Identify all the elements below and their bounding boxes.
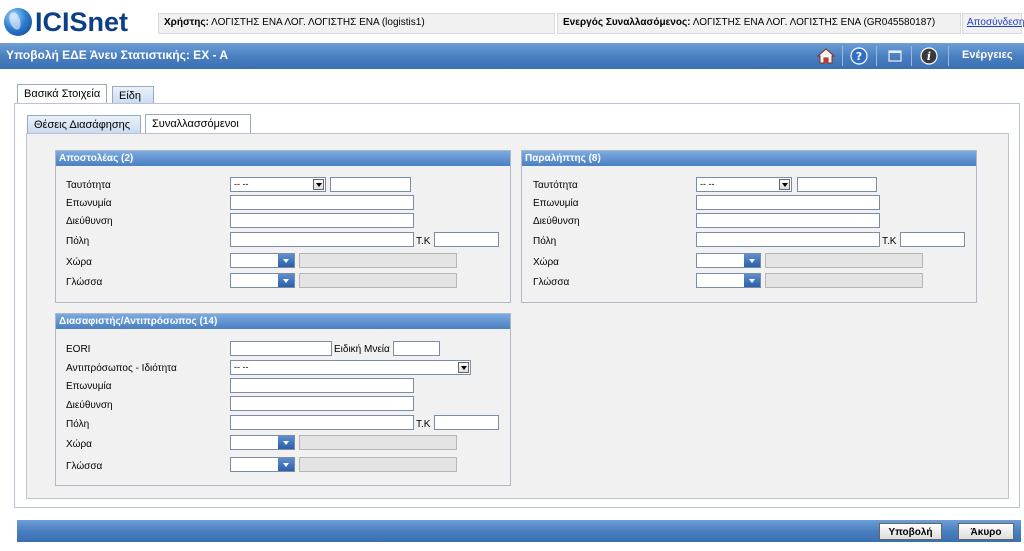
logout-link[interactable]: Αποσύνδεση: [962, 13, 1024, 34]
tab-declaration-positions[interactable]: Θέσεις Διασάφησης: [27, 115, 141, 135]
consignor-title: Αποστολέας (2): [56, 151, 510, 166]
cancel-button[interactable]: Άκυρο: [958, 523, 1014, 540]
rep-status-label: Αντιπρόσωπος - Ιδιότητα: [66, 363, 177, 374]
declarant-country-name: [299, 435, 457, 450]
tab-basic-info[interactable]: Βασικά Στοιχεία: [17, 84, 107, 105]
top-bar: ICISnet Χρήστης: ΛΟΓΙΣΤΗΣ ΕΝΑ ΛΟΓ. ΛΟΓΙΣ…: [0, 0, 1024, 44]
consignor-identity-select[interactable]: -- --: [230, 177, 326, 192]
consignee-identity-number[interactable]: [797, 177, 877, 192]
window-icon[interactable]: [886, 47, 904, 65]
consignee-language-select[interactable]: [696, 273, 761, 288]
dropdown-arrow-icon: [744, 254, 760, 267]
svg-text:?: ?: [856, 50, 862, 63]
title-bar: Υποβολή ΕΔΕ Άνευ Στατιστικής: EX - A ? i…: [0, 43, 1024, 69]
chevron-down-icon: [779, 179, 790, 190]
dropdown-arrow-icon: [744, 274, 760, 287]
declarant-city-label: Πόλη: [66, 419, 90, 430]
dropdown-arrow-icon: [278, 458, 294, 471]
user-label: Χρήστης:: [164, 17, 209, 28]
consignor-address-label: Διεύθυνση: [66, 216, 113, 227]
consignor-language-name: [299, 273, 457, 288]
consignor-address-input[interactable]: [230, 213, 414, 228]
eori-label: EORI: [66, 344, 91, 355]
consignor-postcode-input[interactable]: [434, 232, 499, 247]
consignor-name-input[interactable]: [230, 195, 414, 210]
user-info: Χρήστης: ΛΟΓΙΣΤΗΣ ΕΝΑ ΛΟΓ. ΛΟΓΙΣΤΗΣ ΕΝΑ …: [158, 13, 555, 34]
consignor-country-name: [299, 253, 457, 268]
user-value: ΛΟΓΙΣΤΗΣ ΕΝΑ ΛΟΓ. ΛΟΓΙΣΤΗΣ ΕΝΑ (logistis…: [211, 17, 425, 28]
declarant-country-label: Χώρα: [66, 439, 92, 450]
trader-info: Ενεργός Συναλλασόμενος: ΛΟΓΙΣΤΗΣ ΕΝΑ ΛΟΓ…: [557, 13, 961, 34]
consignee-country-select[interactable]: [696, 253, 761, 268]
consignor-city-input[interactable]: [230, 232, 414, 247]
trader-value: ΛΟΓΙΣΤΗΣ ΕΝΑ ΛΟΓ. ΛΟΓΙΣΤΗΣ ΕΝΑ (GR045580…: [692, 17, 936, 28]
chevron-down-icon: [313, 179, 324, 190]
declarant-address-label: Διεύθυνση: [66, 400, 113, 411]
declarant-title: Διασαφιστής/Αντιπρόσωπος (14): [56, 314, 510, 329]
consignee-city-input[interactable]: [696, 232, 880, 247]
special-mention-label: Ειδική Μνεία: [334, 344, 390, 355]
declarant-language-label: Γλώσσα: [66, 461, 103, 472]
home-icon[interactable]: [817, 47, 835, 65]
submit-button[interactable]: Υποβολή: [879, 523, 942, 540]
consignee-city-label: Πόλη: [533, 236, 557, 247]
consignor-identity-value: -- --: [234, 179, 249, 189]
separator: [911, 46, 912, 66]
consignor-country-select[interactable]: [230, 253, 295, 268]
consignee-country-name: [765, 253, 923, 268]
declarant-postcode-label: Τ.Κ: [416, 419, 431, 430]
consignor-name-label: Επωνυμία: [66, 198, 112, 209]
consignee-address-label: Διεύθυνση: [533, 216, 580, 227]
declarant-name-label: Επωνυμία: [66, 381, 112, 392]
globe-icon: [4, 8, 32, 36]
consignee-address-input[interactable]: [696, 213, 880, 228]
rep-status-value: -- --: [234, 362, 249, 372]
rep-status-select[interactable]: -- --: [230, 360, 471, 375]
consignor-city-label: Πόλη: [66, 236, 90, 247]
declarant-language-select[interactable]: [230, 457, 295, 472]
consignor-country-label: Χώρα: [66, 257, 92, 268]
consignee-language-label: Γλώσσα: [533, 277, 570, 288]
consignor-identity-number[interactable]: [330, 177, 411, 192]
consignee-name-label: Επωνυμία: [533, 198, 579, 209]
consignee-postcode-label: Τ.Κ: [882, 236, 897, 247]
consignee-language-name: [765, 273, 923, 288]
consignee-identity-value: -- --: [700, 179, 715, 189]
declarant-country-select[interactable]: [230, 435, 295, 450]
trader-label: Ενεργός Συναλλασόμενος:: [563, 17, 691, 28]
consignee-identity-label: Ταυτότητα: [533, 180, 578, 191]
declarant-postcode-input[interactable]: [434, 415, 499, 430]
dropdown-arrow-icon: [278, 254, 294, 267]
declarant-city-input[interactable]: [230, 415, 414, 430]
eori-input[interactable]: [230, 341, 332, 356]
chevron-down-icon: [458, 362, 469, 373]
consignee-name-input[interactable]: [696, 195, 880, 210]
info-icon[interactable]: i: [920, 47, 938, 65]
page-title: Υποβολή ΕΔΕ Άνευ Στατιστικής: EX - A: [6, 48, 229, 62]
declarant-name-input[interactable]: [230, 378, 414, 393]
dropdown-arrow-icon: [278, 274, 294, 287]
bottom-bar: Υποβολή Άκυρο: [17, 520, 1021, 542]
consignor-postcode-label: Τ.Κ: [416, 236, 431, 247]
tab-traders[interactable]: Συναλλασσόμενοι: [145, 114, 251, 135]
actions-menu[interactable]: Ενέργειες: [962, 49, 1013, 61]
consignee-identity-select[interactable]: -- --: [696, 177, 792, 192]
consignee-title: Παραλήπτης (8): [522, 151, 976, 166]
consignor-language-label: Γλώσσα: [66, 277, 103, 288]
special-mention-input[interactable]: [393, 341, 440, 356]
logo-text: ICISnet: [35, 7, 129, 37]
consignor-language-select[interactable]: [230, 273, 295, 288]
separator: [876, 46, 877, 66]
consignee-postcode-input[interactable]: [900, 232, 965, 247]
help-icon[interactable]: ?: [850, 47, 868, 65]
svg-text:i: i: [927, 50, 931, 63]
dropdown-arrow-icon: [278, 436, 294, 449]
consignee-country-label: Χώρα: [533, 257, 559, 268]
consignor-identity-label: Ταυτότητα: [66, 180, 111, 191]
app-logo: ICISnet: [4, 6, 154, 38]
declarant-address-input[interactable]: [230, 396, 414, 411]
separator: [842, 46, 843, 66]
declarant-language-name: [299, 457, 457, 472]
separator: [948, 46, 949, 66]
